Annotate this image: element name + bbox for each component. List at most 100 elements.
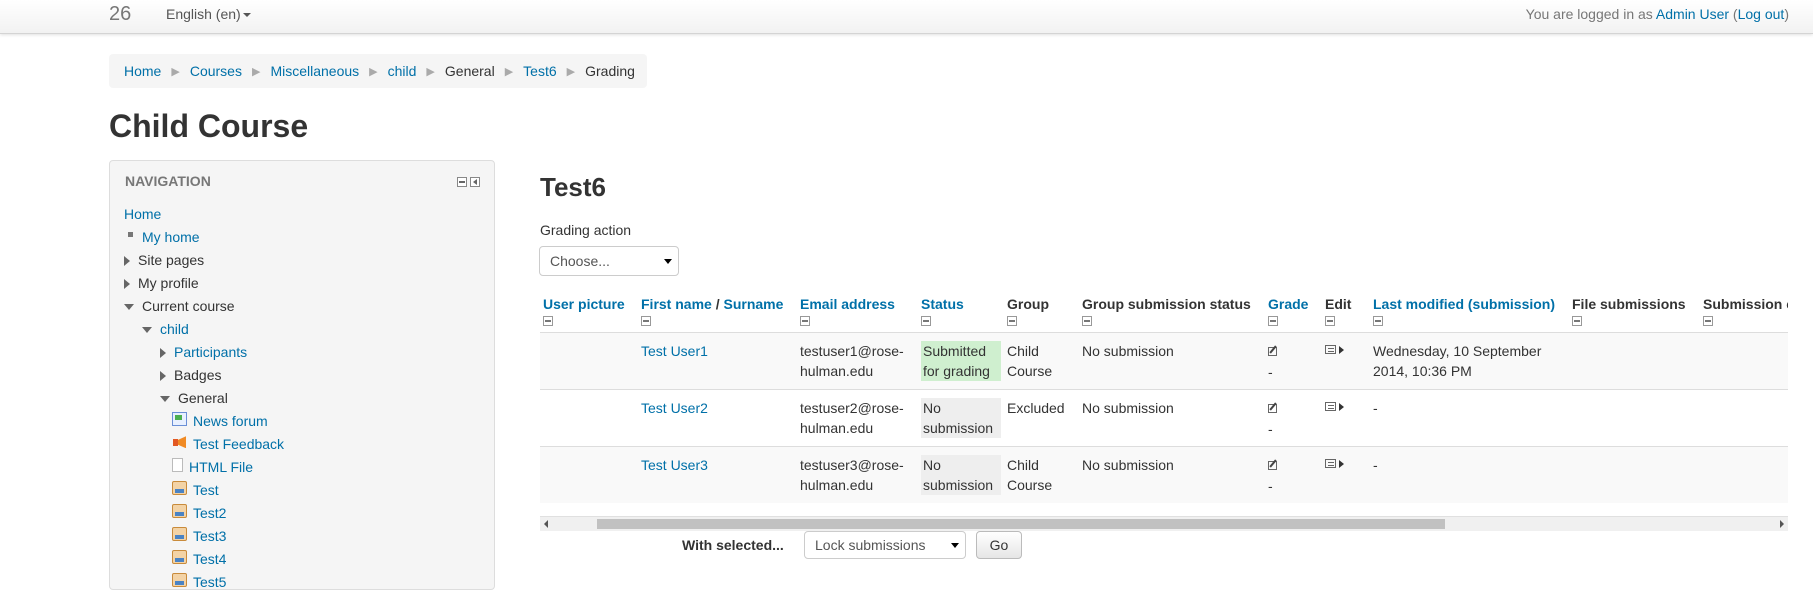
activity-link[interactable]: Test3 — [193, 528, 226, 544]
breadcrumb-courses[interactable]: Courses — [190, 63, 242, 79]
activity-link[interactable]: News forum — [193, 413, 268, 429]
go-button[interactable]: Go — [976, 531, 1022, 559]
hide-column-icon[interactable] — [1268, 316, 1278, 326]
page-title: Child Course — [109, 108, 309, 144]
top-navbar: 26 English (en) You are logged in as Adm… — [0, 0, 1813, 34]
nav-home-link[interactable]: Home — [124, 206, 161, 222]
grade-edit-icon[interactable] — [1268, 459, 1280, 471]
cell-group-status: No submission — [1079, 446, 1265, 503]
nav-my-home-link[interactable]: My home — [142, 229, 200, 245]
sort-email[interactable]: Email address — [800, 296, 895, 312]
scroll-left-icon[interactable] — [544, 520, 548, 528]
user-link[interactable]: Admin User — [1656, 6, 1729, 22]
scrollbar-thumb[interactable] — [597, 519, 1445, 529]
nav-item-my-home[interactable]: My home — [124, 226, 284, 249]
breadcrumb-test6[interactable]: Test6 — [523, 63, 556, 79]
collapse-arrow-icon[interactable] — [124, 304, 134, 311]
nav-item-home[interactable]: Home — [124, 203, 284, 226]
user-name-link[interactable]: Test User2 — [641, 400, 708, 416]
nav-activity-test5[interactable]: Test5 — [124, 571, 284, 594]
horizontal-scrollbar[interactable] — [540, 516, 1788, 531]
nav-child-link[interactable]: child — [160, 321, 189, 337]
expand-arrow-icon[interactable] — [160, 348, 166, 359]
activity-link[interactable]: Test4 — [193, 551, 226, 567]
language-menu[interactable]: English (en) — [166, 6, 251, 22]
nav-activity-test2[interactable]: Test2 — [124, 502, 284, 525]
nav-activity-test4[interactable]: Test4 — [124, 548, 284, 571]
col-status: Status — [918, 290, 1004, 333]
hide-column-icon[interactable] — [800, 316, 810, 326]
sort-user-picture[interactable]: User picture — [543, 296, 625, 312]
hide-column-icon[interactable] — [1325, 316, 1335, 326]
nav-item-participants[interactable]: Participants — [124, 341, 284, 364]
nav-item-badges[interactable]: Badges — [124, 364, 284, 387]
bulk-action-select[interactable]: Lock submissions — [804, 531, 966, 559]
hide-column-icon[interactable] — [1007, 316, 1017, 326]
nav-item-child[interactable]: child — [124, 318, 284, 341]
activity-link[interactable]: Test — [193, 482, 219, 498]
cell-status: Submitted for grading — [918, 332, 1004, 390]
hide-column-icon[interactable] — [1082, 316, 1092, 326]
sort-status[interactable]: Status — [921, 296, 964, 312]
collapse-arrow-icon[interactable] — [142, 327, 152, 334]
user-name-link[interactable]: Test User3 — [641, 457, 708, 473]
cell-status: No submission — [918, 446, 1004, 503]
nav-activity-news-forum[interactable]: News forum — [124, 410, 284, 433]
nav-activity-test-feedback[interactable]: Test Feedback — [124, 433, 284, 456]
expand-arrow-icon[interactable] — [124, 279, 130, 290]
edit-menu-icon[interactable] — [1325, 401, 1345, 413]
scroll-right-icon[interactable] — [1780, 520, 1784, 528]
nav-participants-link[interactable]: Participants — [174, 344, 247, 360]
hide-column-icon[interactable] — [921, 316, 931, 326]
cell-group: Excluded — [1004, 389, 1079, 447]
sort-grade[interactable]: Grade — [1268, 296, 1308, 312]
nav-activity-test[interactable]: Test — [124, 479, 284, 502]
status-badge: No submission — [921, 455, 1001, 495]
hide-column-icon[interactable] — [1373, 316, 1383, 326]
cell-file-submissions — [1569, 446, 1700, 503]
breadcrumb-child[interactable]: child — [388, 63, 417, 79]
collapse-block-icon[interactable] — [457, 177, 467, 187]
breadcrumb-miscellaneous[interactable]: Miscellaneous — [270, 63, 359, 79]
grade-value: - — [1268, 364, 1273, 380]
cell-group-status: No submission — [1079, 389, 1265, 447]
dock-block-icon[interactable] — [470, 177, 480, 187]
breadcrumb-separator-icon: ▶ — [251, 65, 261, 78]
activity-link[interactable]: HTML File — [189, 459, 253, 475]
hide-column-icon[interactable] — [1703, 316, 1713, 326]
nav-item-my-profile[interactable]: My profile — [124, 272, 284, 295]
hide-column-icon[interactable] — [543, 316, 553, 326]
grade-edit-icon[interactable] — [1268, 345, 1280, 357]
grade-edit-icon[interactable] — [1268, 402, 1280, 414]
nav-item-general[interactable]: General — [124, 387, 284, 410]
activity-link[interactable]: Test5 — [193, 574, 226, 590]
edit-menu-icon[interactable] — [1325, 458, 1345, 470]
expand-arrow-icon[interactable] — [124, 256, 130, 267]
user-name-link[interactable]: Test User1 — [641, 343, 708, 359]
site-brand[interactable]: 26 — [109, 3, 131, 26]
cell-grade: - — [1265, 389, 1322, 447]
expand-arrow-icon[interactable] — [160, 371, 166, 382]
hide-column-icon[interactable] — [641, 316, 651, 326]
hide-column-icon[interactable] — [1572, 316, 1582, 326]
grade-value: - — [1268, 478, 1273, 494]
nav-item-site-pages[interactable]: Site pages — [124, 249, 284, 272]
forum-icon — [172, 412, 187, 427]
cell-submission-comments — [1700, 389, 1788, 447]
header-edit: Edit — [1325, 296, 1352, 312]
nav-activity-test3[interactable]: Test3 — [124, 525, 284, 548]
activity-link[interactable]: Test Feedback — [193, 436, 284, 452]
grading-action-select[interactable]: Choose... — [539, 246, 679, 276]
nav-activity-html-file[interactable]: HTML File — [124, 456, 284, 479]
collapse-arrow-icon[interactable] — [160, 396, 170, 403]
breadcrumb-home[interactable]: Home — [124, 63, 161, 79]
nav-item-current-course[interactable]: Current course — [124, 295, 284, 318]
sort-last-modified[interactable]: Last modified (submission) — [1373, 296, 1555, 312]
sort-first-name[interactable]: First name — [641, 296, 712, 312]
sort-surname[interactable]: Surname — [723, 296, 783, 312]
edit-menu-icon[interactable] — [1325, 344, 1345, 356]
cell-last-modified: - — [1370, 389, 1569, 447]
header-group: Group — [1007, 296, 1049, 312]
activity-link[interactable]: Test2 — [193, 505, 226, 521]
logout-link[interactable]: Log out — [1738, 6, 1785, 22]
